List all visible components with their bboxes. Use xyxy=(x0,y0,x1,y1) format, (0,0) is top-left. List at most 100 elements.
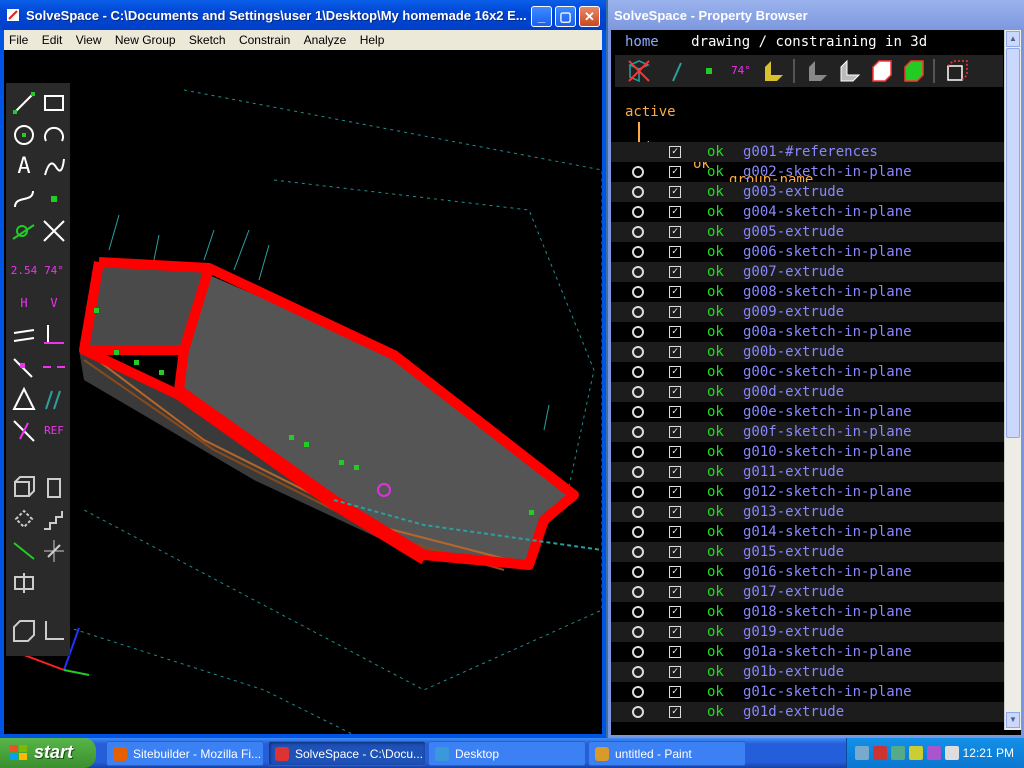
shown-checkbox[interactable]: ✓ xyxy=(669,486,681,498)
group-row[interactable]: ✓ ok g011-extrude xyxy=(611,462,1007,482)
group-row[interactable]: ✓ ok g007-extrude xyxy=(611,262,1007,282)
show-shaded-icon[interactable] xyxy=(805,59,829,83)
group-name-link[interactable]: g01a-sketch-in-plane xyxy=(743,642,912,662)
parallel-constraint-icon[interactable] xyxy=(10,321,38,349)
menu-edit[interactable]: Edit xyxy=(37,30,68,47)
group-name-link[interactable]: g016-sketch-in-plane xyxy=(743,562,912,582)
shown-checkbox[interactable]: ✓ xyxy=(669,146,681,158)
active-radio-icon[interactable] xyxy=(632,426,644,438)
group-name-link[interactable]: g01d-extrude xyxy=(743,702,844,722)
shown-checkbox[interactable]: ✓ xyxy=(669,706,681,718)
workplane-tool-icon[interactable] xyxy=(10,217,38,245)
symmetric-constraint-icon[interactable] xyxy=(40,353,68,381)
active-radio-icon[interactable] xyxy=(632,326,644,338)
group-name-link[interactable]: g019-extrude xyxy=(743,622,844,642)
active-radio-icon[interactable] xyxy=(632,626,644,638)
3d-viewport[interactable]: A 2.54 74° H V REF xyxy=(4,50,602,734)
active-radio-icon[interactable] xyxy=(632,486,644,498)
group-name-link[interactable]: g005-extrude xyxy=(743,222,844,242)
active-radio-icon[interactable] xyxy=(632,466,644,478)
group-name-link[interactable]: g010-sketch-in-plane xyxy=(743,442,912,462)
active-radio-icon[interactable] xyxy=(632,586,644,598)
active-radio-icon[interactable] xyxy=(632,266,644,278)
group-name-link[interactable]: g009-extrude xyxy=(743,302,844,322)
taskbar-button[interactable]: Desktop xyxy=(428,741,586,766)
shown-checkbox[interactable]: ✓ xyxy=(669,546,681,558)
group-name-link[interactable]: g003-extrude xyxy=(743,182,844,202)
property-browser-titlebar[interactable]: SolveSpace - Property Browser xyxy=(608,0,1024,30)
group-name-link[interactable]: g004-sketch-in-plane xyxy=(743,202,912,222)
active-radio-icon[interactable] xyxy=(632,346,644,358)
hide-workplanes-icon[interactable] xyxy=(627,59,651,83)
group-row[interactable]: ✓ ok g00c-sketch-in-plane xyxy=(611,362,1007,382)
active-radio-icon[interactable] xyxy=(632,686,644,698)
active-radio-icon[interactable] xyxy=(632,646,644,658)
shown-checkbox[interactable]: ✓ xyxy=(669,586,681,598)
shown-checkbox[interactable]: ✓ xyxy=(669,386,681,398)
shown-checkbox[interactable]: ✓ xyxy=(669,286,681,298)
menu-help[interactable]: Help xyxy=(355,30,390,47)
group-name-link[interactable]: g00d-extrude xyxy=(743,382,844,402)
group-name-link[interactable]: g014-sketch-in-plane xyxy=(743,522,912,542)
group-row[interactable]: ✓ ok g009-extrude xyxy=(611,302,1007,322)
group-row[interactable]: ✓ ok g00d-extrude xyxy=(611,382,1007,402)
close-button[interactable]: ✕ xyxy=(579,6,600,27)
active-radio-icon[interactable] xyxy=(632,366,644,378)
group-name-link[interactable]: g00f-sketch-in-plane xyxy=(743,422,912,442)
group-row[interactable]: ✓ ok g004-sketch-in-plane xyxy=(611,202,1007,222)
step-rotate-icon[interactable] xyxy=(10,505,38,533)
solid-model-icon[interactable] xyxy=(10,617,38,645)
group-row[interactable]: ✓ ok g01a-sketch-in-plane xyxy=(611,642,1007,662)
taskbar-button[interactable]: SolveSpace - C:\Docu... xyxy=(268,741,426,766)
group-row[interactable]: ✓ ok g003-extrude xyxy=(611,182,1007,202)
shown-checkbox[interactable]: ✓ xyxy=(669,326,681,338)
group-row[interactable]: ✓ ok g01d-extrude xyxy=(611,702,1007,722)
active-radio-icon[interactable] xyxy=(632,286,644,298)
workplane-view-icon[interactable] xyxy=(40,617,68,645)
new-group-workplane-icon[interactable] xyxy=(40,473,68,501)
minimize-button[interactable]: _ xyxy=(531,6,552,27)
group-row[interactable]: ✓ ok g014-sketch-in-plane xyxy=(611,522,1007,542)
group-row[interactable]: ✓ ok g005-extrude xyxy=(611,222,1007,242)
group-row[interactable]: ✓ ok g016-sketch-in-plane xyxy=(611,562,1007,582)
model-drawing[interactable] xyxy=(4,50,602,734)
menu-analyze[interactable]: Analyze xyxy=(299,30,352,47)
group-name-link[interactable]: g015-extrude xyxy=(743,542,844,562)
bezier-tool-icon[interactable] xyxy=(10,185,38,213)
shown-checkbox[interactable]: ✓ xyxy=(669,206,681,218)
group-row[interactable]: ✓ ok g010-sketch-in-plane xyxy=(611,442,1007,462)
active-radio-icon[interactable] xyxy=(632,606,644,618)
line-tool-icon[interactable] xyxy=(10,89,38,117)
group-row[interactable]: ✓ ok g019-extrude xyxy=(611,622,1007,642)
shown-checkbox[interactable]: ✓ xyxy=(669,686,681,698)
lathe-icon[interactable] xyxy=(40,537,68,565)
group-name-link[interactable]: g011-extrude xyxy=(743,462,844,482)
group-row[interactable]: ✓ ok g012-sketch-in-plane xyxy=(611,482,1007,502)
shown-checkbox[interactable]: ✓ xyxy=(669,306,681,318)
reference-toggle-icon[interactable]: REF xyxy=(40,417,68,445)
horizontal-constraint-icon[interactable]: H xyxy=(10,289,38,317)
menu-file[interactable]: File xyxy=(4,30,33,47)
scroll-down-arrow-icon[interactable]: ▼ xyxy=(1006,712,1020,728)
active-radio-icon[interactable] xyxy=(632,666,644,678)
group-row[interactable]: ✓ ok g017-extrude xyxy=(611,582,1007,602)
show-mesh-icon[interactable] xyxy=(869,59,893,83)
show-edges-icon[interactable] xyxy=(837,59,861,83)
show-points-icon[interactable] xyxy=(697,59,721,83)
group-row[interactable]: ✓ ok g018-sketch-in-plane xyxy=(611,602,1007,622)
shown-checkbox[interactable]: ✓ xyxy=(669,566,681,578)
shown-checkbox[interactable]: ✓ xyxy=(669,666,681,678)
group-name-link[interactable]: g00a-sketch-in-plane xyxy=(743,322,912,342)
active-radio-icon[interactable] xyxy=(632,246,644,258)
shown-checkbox[interactable]: ✓ xyxy=(669,166,681,178)
equal-length-icon[interactable] xyxy=(10,385,38,413)
group-row[interactable]: ✓ ok g01c-sketch-in-plane xyxy=(611,682,1007,702)
group-name-link[interactable]: g006-sketch-in-plane xyxy=(743,242,912,262)
shown-checkbox[interactable]: ✓ xyxy=(669,186,681,198)
active-radio-icon[interactable] xyxy=(632,226,644,238)
active-radio-icon[interactable] xyxy=(632,166,644,178)
circle-tool-icon[interactable] xyxy=(10,121,38,149)
active-radio-icon[interactable] xyxy=(632,526,644,538)
taskbar-button[interactable]: Sitebuilder - Mozilla Fi... xyxy=(106,741,264,766)
group-name-link[interactable]: g007-extrude xyxy=(743,262,844,282)
